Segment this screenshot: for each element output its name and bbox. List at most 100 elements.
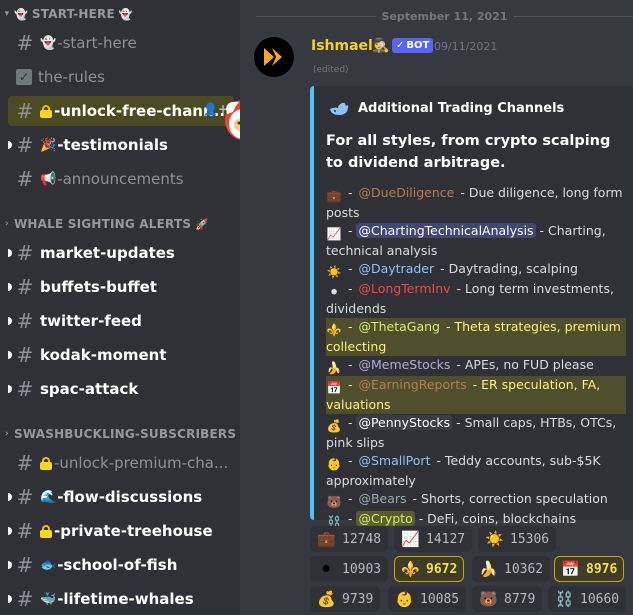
chart-increasing-icon: 📈 bbox=[326, 227, 342, 241]
channel-school-of-fish[interactable]: # 🐟 -school-of-fish bbox=[8, 550, 234, 580]
lock-icon bbox=[40, 104, 52, 118]
channel-market-updates[interactable]: # market-updates bbox=[8, 238, 234, 268]
banana-icon: 🍌 bbox=[326, 361, 342, 375]
chevron-right-icon: › bbox=[5, 429, 9, 439]
money-bag-icon: 💰 bbox=[317, 590, 336, 608]
reaction-count: 10660 bbox=[580, 591, 620, 607]
channel-spac-attack[interactable]: # spac-attack bbox=[8, 374, 234, 404]
role-row: 🐻 - @Bears - Shorts, correction speculat… bbox=[326, 491, 608, 509]
channel-label: kodak-moment bbox=[40, 346, 167, 364]
hashtag-icon: # bbox=[16, 99, 34, 123]
baby-icon: 👶 bbox=[326, 457, 342, 471]
unread-dot bbox=[8, 385, 12, 393]
category-whale-sighting-alerts[interactable]: › WHALE SIGHTING ALERTS 🚀 bbox=[0, 212, 209, 236]
chat-pane: September 11, 2021 Ishmael 🕵 ✓ BOT 09/11… bbox=[240, 0, 633, 615]
reaction-bear[interactable]: 🐻 8779 bbox=[472, 586, 543, 612]
role-row-highlighted: 📅 - @EarningReports - ER speculation, FA… bbox=[326, 376, 626, 414]
reaction-count: 10085 bbox=[420, 591, 460, 607]
user-badge-icon: 🕵 bbox=[372, 38, 390, 54]
reaction-baby[interactable]: 👶 10085 bbox=[388, 586, 467, 612]
fleur-de-lis-icon: ⚜️ bbox=[401, 560, 420, 578]
channel-label: spac-attack bbox=[40, 380, 139, 398]
ghost-icon: 👻 bbox=[40, 35, 57, 51]
channel-label: market-updates bbox=[40, 244, 175, 262]
money-bag-icon: 💰 bbox=[326, 419, 342, 433]
reaction-banana[interactable]: 🍌 10362 bbox=[472, 556, 551, 582]
chart-increasing-icon: 📈 bbox=[401, 530, 420, 548]
role-mention[interactable]: @DueDiligence bbox=[356, 185, 456, 200]
reaction-black-circle[interactable]: ⚫ 10903 bbox=[310, 556, 389, 582]
role-mention[interactable]: @Crypto bbox=[356, 511, 415, 526]
channel-buffets-buffet[interactable]: # buffets-buffet bbox=[8, 272, 234, 302]
role-mention[interactable]: @PennyStocks bbox=[356, 415, 453, 430]
reaction-count: 10903 bbox=[342, 561, 382, 577]
category-swashbuckling-subscribers[interactable]: › SWASHBUCKLING-SUBSCRIBERS bbox=[0, 422, 236, 446]
calendar-icon: 📅 bbox=[326, 381, 342, 395]
channel-flow-discussions[interactable]: # 🌊 -flow-discussions bbox=[8, 482, 234, 512]
channel-lifetime-whales[interactable]: # 🐳 -lifetime-whales bbox=[8, 584, 234, 614]
lock-icon bbox=[40, 456, 52, 470]
role-mention[interactable]: @LongTermInv bbox=[356, 281, 452, 296]
channel-unlock-premium[interactable]: # -unlock-premium-cha... bbox=[8, 448, 234, 478]
ghost-icon: 👻 bbox=[14, 7, 28, 21]
role-mention[interactable]: @ChartingTechnicalAnalysis bbox=[356, 223, 536, 238]
channel-label: -private-treehouse bbox=[54, 522, 213, 540]
channel-label: -unlock-premium-cha... bbox=[54, 454, 229, 472]
channel-testimonials[interactable]: # 🎉 -testimonials bbox=[8, 130, 234, 160]
reaction-sun[interactable]: ☀️ 15306 bbox=[478, 526, 557, 552]
reaction-count: 9672 bbox=[426, 561, 458, 577]
rocket-icon: 🚀 bbox=[195, 217, 210, 231]
unread-dot bbox=[8, 283, 12, 291]
role-description: - APEs, no FUD please bbox=[452, 357, 594, 372]
bear-icon: 🐻 bbox=[326, 495, 342, 509]
reaction-count: 9739 bbox=[342, 591, 374, 607]
reaction-money-bag[interactable]: 💰 9739 bbox=[310, 586, 381, 612]
unread-dot bbox=[8, 493, 12, 501]
reaction-calendar[interactable]: 📅 8976 bbox=[554, 556, 625, 582]
role-description: - Shorts, correction speculation bbox=[408, 491, 608, 506]
edited-label: (edited) bbox=[313, 65, 349, 75]
reaction-fleur-de-lis[interactable]: ⚜️ 9672 bbox=[394, 556, 465, 582]
hashtag-icon: # bbox=[16, 275, 34, 299]
channel-twitter-feed[interactable]: # twitter-feed bbox=[8, 306, 234, 336]
embed-title: For all styles, from crypto scalping to … bbox=[326, 133, 611, 171]
channel-label: buffets-buffet bbox=[40, 278, 157, 296]
avatar[interactable] bbox=[254, 37, 294, 77]
channel-kodak-moment[interactable]: # kodak-moment bbox=[8, 340, 234, 370]
reaction-briefcase[interactable]: 💼 12748 bbox=[310, 526, 389, 552]
unread-dot bbox=[8, 141, 12, 149]
reaction-chart[interactable]: 📈 14127 bbox=[394, 526, 473, 552]
embed-description: 💼 - @DueDiligence - Due diligence, long … bbox=[326, 184, 626, 530]
channel-announcements[interactable]: # 📢 -announcements bbox=[8, 164, 234, 194]
role-mention[interactable]: @MemeStocks bbox=[356, 357, 452, 372]
hashtag-icon: # bbox=[16, 519, 34, 543]
reaction-chains[interactable]: ⛓️ 10660 bbox=[548, 586, 627, 612]
reaction-count: 12748 bbox=[342, 531, 382, 547]
channel-label: -testimonials bbox=[57, 136, 168, 154]
role-row: 💼 - @DueDiligence - Due diligence, long … bbox=[326, 185, 623, 220]
role-row: 👶 - @SmallPort - Teddy accounts, sub-$5K… bbox=[326, 453, 601, 488]
channel-private-treehouse[interactable]: # -private-treehouse bbox=[8, 516, 234, 546]
channel-the-rules[interactable]: ✓ the-rules bbox=[8, 62, 234, 92]
role-row-highlighted: ⚜️ - @ThetaGang - Theta strategies, prem… bbox=[326, 318, 626, 356]
reaction-count: 8976 bbox=[586, 561, 618, 577]
fleur-de-lis-icon: ⚜️ bbox=[326, 323, 342, 337]
role-mention[interactable]: @EarningReports bbox=[356, 377, 468, 392]
unread-dot bbox=[8, 527, 12, 535]
bear-icon: 🐻 bbox=[479, 590, 498, 608]
reaction-count: 14127 bbox=[426, 531, 466, 547]
category-start-here[interactable]: ▾ 👻 START-HERE 👻 bbox=[0, 2, 133, 26]
message-username[interactable]: Ishmael bbox=[311, 38, 373, 54]
channel-unlock-free-channels[interactable]: # -unlock-free-chann... 👤+ bbox=[8, 96, 234, 126]
role-mention[interactable]: @ThetaGang bbox=[356, 319, 442, 334]
chevron-down-icon: ▾ bbox=[4, 9, 10, 19]
role-row: ⚫ - @LongTermInv - Long term investments… bbox=[326, 281, 614, 316]
role-mention[interactable]: @Daytrader bbox=[356, 261, 436, 276]
banana-icon: 🍌 bbox=[479, 560, 498, 578]
channel-label: -announcements bbox=[57, 170, 184, 188]
role-mention[interactable]: @SmallPort bbox=[356, 453, 432, 468]
unread-dot bbox=[8, 351, 12, 359]
channel-start-here[interactable]: # 👻 -start-here bbox=[8, 28, 234, 58]
hashtag-icon: # bbox=[16, 309, 34, 333]
role-mention[interactable]: @Bears bbox=[356, 491, 408, 506]
